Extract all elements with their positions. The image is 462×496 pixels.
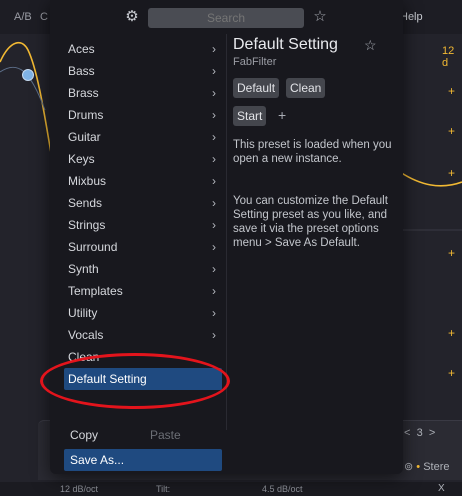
gear-icon[interactable]: ⚙ (124, 9, 140, 25)
preset-actions: Copy Paste Save As... (50, 424, 226, 474)
tag-clean[interactable]: Clean (286, 78, 326, 98)
page-next-button[interactable]: > (429, 427, 435, 439)
category-item-keys[interactable]: Keys › (64, 148, 222, 170)
preset-browser-header: ⚙ ☆ (50, 0, 403, 34)
stereo-label: Stere (423, 461, 450, 473)
chevron-right-icon: › (212, 240, 216, 254)
preset-vendor: FabFilter (233, 56, 277, 68)
scale-marker: + (448, 366, 456, 380)
chevron-right-icon: › (212, 174, 216, 188)
copy-button[interactable]: Copy (70, 428, 98, 442)
category-item-strings[interactable]: Strings › (64, 214, 222, 236)
preset-description-extra: You can customize the Default Setting pr… (233, 195, 388, 249)
paste-button[interactable]: Paste (150, 428, 181, 442)
category-item-templates[interactable]: Templates › (64, 280, 222, 302)
category-item-guitar[interactable]: Guitar › (64, 126, 222, 148)
page-number: 3 (416, 427, 423, 439)
eq-curve-left (0, 41, 56, 176)
link-icon: ⊚ (404, 461, 414, 473)
scale-marker: + (448, 166, 456, 180)
category-label: Keys (68, 152, 95, 166)
preset-detail-panel: Default Setting ☆ FabFilter Default Clea… (233, 34, 399, 414)
category-item-sends[interactable]: Sends › (64, 192, 222, 214)
slope-readout: 12 dB/oct (60, 484, 99, 494)
category-item-vocals[interactable]: Vocals › (64, 324, 222, 346)
chevron-right-icon: › (212, 108, 216, 122)
category-label: Drums (68, 108, 104, 122)
chevron-right-icon: › (212, 196, 216, 210)
column-divider (226, 34, 227, 430)
save-as-button[interactable]: Save As... (64, 449, 222, 471)
close-button[interactable]: X (438, 483, 445, 494)
category-label: Templates (68, 284, 123, 298)
category-label: Aces (68, 42, 95, 56)
chevron-right-icon: › (212, 86, 216, 100)
preset-title: Default Setting (233, 36, 338, 53)
category-label: Bass (68, 64, 95, 78)
category-item-bass[interactable]: Bass › (64, 60, 222, 82)
category-label: Sends (68, 196, 103, 210)
chevron-right-icon: › (212, 218, 216, 232)
preset-description: This preset is loaded when you open a ne… (233, 139, 392, 165)
band-pager: < 3 > (404, 427, 435, 439)
chevron-right-icon: › (212, 284, 216, 298)
category-item-drums[interactable]: Drums › (64, 104, 222, 126)
favorites-star-icon[interactable]: ☆ (312, 8, 328, 26)
category-label: Surround (68, 240, 118, 254)
category-item-synth[interactable]: Synth › (64, 258, 222, 280)
category-label: Mixbus (68, 174, 107, 188)
scale-marker: + (448, 326, 456, 340)
scale-marker: + (448, 84, 456, 98)
chevron-right-icon: › (212, 42, 216, 56)
category-label: Brass (68, 86, 99, 100)
category-label: Vocals (68, 328, 104, 342)
stereo-selector[interactable]: ⊚ • Stere (404, 460, 450, 473)
chevron-right-icon: › (212, 152, 216, 166)
category-label: Utility (68, 306, 98, 320)
category-label: Guitar (68, 130, 101, 144)
chevron-right-icon: › (212, 328, 216, 342)
gain-scale-readout: 12 d (442, 45, 455, 69)
highlight-annotation (40, 353, 230, 409)
add-tag-button[interactable]: + (278, 107, 286, 123)
plugin-footer: 12 dB/oct Tilt: 4.5 dB/oct (0, 482, 462, 496)
tag-default[interactable]: Default (233, 78, 280, 98)
category-item-aces[interactable]: Aces › (64, 38, 222, 60)
chevron-right-icon: › (212, 64, 216, 78)
chevron-right-icon: › (212, 130, 216, 144)
tilt-label: Tilt: (156, 484, 171, 494)
preset-search-input[interactable] (148, 8, 304, 28)
category-item-mixbus[interactable]: Mixbus › (64, 170, 222, 192)
scale-marker: + (448, 246, 456, 260)
category-label: Synth (68, 262, 99, 276)
chevron-right-icon: › (212, 262, 216, 276)
category-item-brass[interactable]: Brass › (64, 82, 222, 104)
tag-start[interactable]: Start (233, 106, 267, 126)
status-dot-icon: • (416, 461, 421, 473)
tilt-value: 4.5 dB/oct (262, 484, 303, 494)
chevron-right-icon: › (212, 306, 216, 320)
page-prev-button[interactable]: < (404, 427, 410, 439)
favorite-star-icon[interactable]: ☆ (364, 37, 377, 54)
category-item-surround[interactable]: Surround › (64, 236, 222, 258)
eq-band-node[interactable] (22, 69, 34, 81)
category-item-utility[interactable]: Utility › (64, 302, 222, 324)
category-label: Strings (68, 218, 106, 232)
scale-marker: + (448, 124, 456, 138)
